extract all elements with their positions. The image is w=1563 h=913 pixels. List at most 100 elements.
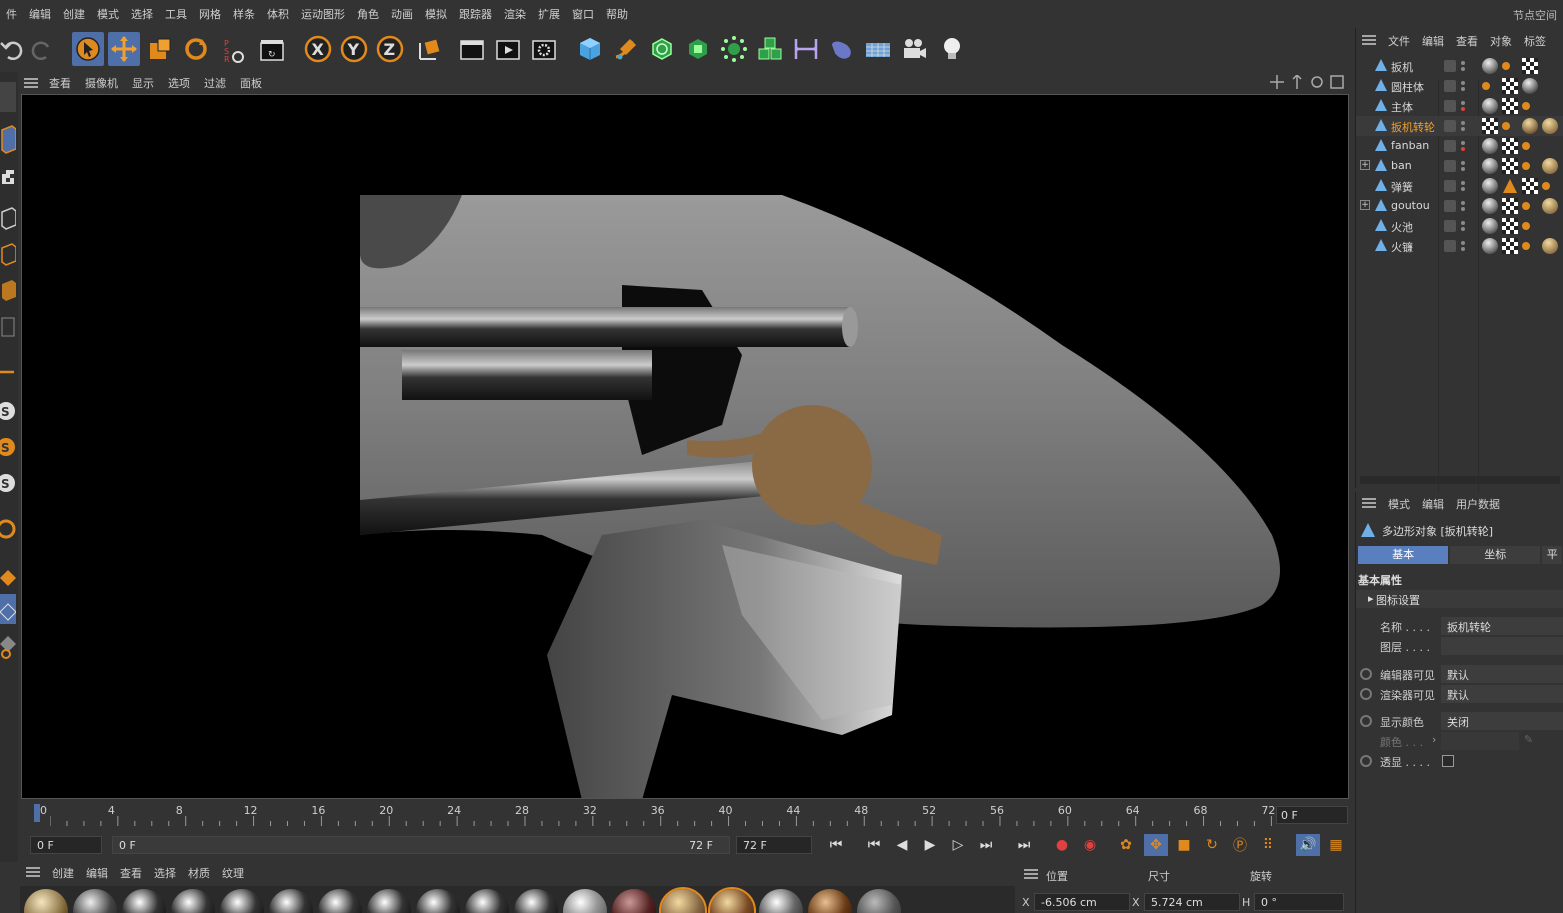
coord-system-icon[interactable]	[412, 32, 444, 66]
maximize-view-icon[interactable]	[1330, 75, 1344, 89]
xray-checkbox[interactable]	[1442, 755, 1454, 767]
mat-menu-view[interactable]: 查看	[114, 865, 148, 881]
material-tag-icon[interactable]	[1522, 118, 1538, 134]
render-visibility-dot[interactable]	[1461, 227, 1465, 231]
material-tag-icon[interactable]	[1482, 98, 1498, 114]
axis-z-icon[interactable]: Z	[374, 32, 406, 66]
film-icon[interactable]: ▦	[1324, 834, 1348, 856]
material-swatch[interactable]	[24, 889, 68, 913]
chevron-right-icon[interactable]: ›	[1432, 733, 1436, 746]
floor-icon[interactable]	[862, 32, 894, 66]
material-swatch[interactable]	[857, 889, 901, 913]
render-visibility-dot[interactable]	[1461, 247, 1465, 251]
menu-render[interactable]: 渲染	[498, 6, 532, 22]
playhead[interactable]	[34, 804, 40, 822]
editor-visibility-dot[interactable]	[1461, 221, 1465, 225]
phong-tag-icon[interactable]	[1542, 182, 1550, 190]
make-editable-icon[interactable]	[0, 82, 16, 112]
axis-y-icon[interactable]: Y	[338, 32, 370, 66]
menu-mesh[interactable]: 网格	[193, 6, 227, 22]
attr-layer-field[interactable]	[1441, 637, 1563, 655]
texture-mode-icon[interactable]	[0, 164, 16, 194]
render-visibility-dot[interactable]	[1461, 107, 1465, 111]
range-end-field[interactable]: 72 F	[736, 836, 812, 854]
object-row[interactable]: 弹簧	[1356, 176, 1563, 196]
render-visibility-dot[interactable]	[1461, 187, 1465, 191]
phong-tag-icon[interactable]	[1522, 162, 1530, 170]
obj-menu-view[interactable]: 查看	[1450, 33, 1484, 49]
attr-color-swatch[interactable]	[1441, 732, 1519, 750]
attr-editor-visible-select[interactable]: 默认	[1441, 665, 1563, 683]
clone-icon[interactable]	[754, 32, 786, 66]
record-icon[interactable]: ●	[1050, 834, 1074, 856]
material-swatch[interactable]	[367, 889, 411, 913]
object-row[interactable]: 火池	[1356, 216, 1563, 236]
psr-icon[interactable]: PSR	[216, 32, 248, 66]
tag-icon[interactable]	[826, 32, 858, 66]
pen-icon[interactable]	[610, 32, 642, 66]
hamburger-icon[interactable]	[20, 78, 42, 88]
editor-visibility-dot[interactable]	[1461, 141, 1465, 145]
goto-end-icon[interactable]: ⏭	[1012, 834, 1036, 856]
phong-tag-icon[interactable]	[1522, 242, 1530, 250]
menu-spline[interactable]: 样条	[227, 6, 261, 22]
vp-menu-filter[interactable]: 过滤	[197, 75, 233, 91]
material-tag-icon[interactable]	[1542, 238, 1558, 254]
undo-icon[interactable]	[0, 32, 28, 66]
phong-tag-icon[interactable]	[1502, 62, 1510, 70]
range-slider[interactable]: 0 F 72 F	[112, 836, 730, 854]
editor-visibility-dot[interactable]	[1461, 81, 1465, 85]
cube-icon[interactable]	[574, 32, 606, 66]
animate-radio[interactable]	[1360, 668, 1372, 680]
uv-mode-icon[interactable]	[0, 312, 16, 342]
vp-menu-panel[interactable]: 面板	[233, 75, 269, 91]
object-row[interactable]: 扳机	[1356, 56, 1563, 76]
hamburger-icon[interactable]	[1356, 34, 1382, 48]
obj-menu-tags[interactable]: 标签	[1518, 33, 1552, 49]
layer-checkbox[interactable]	[1444, 140, 1456, 152]
key-scale-icon[interactable]: ■	[1172, 834, 1196, 856]
material-tag-icon[interactable]	[1542, 198, 1558, 214]
select-icon[interactable]	[72, 32, 104, 66]
mat-menu-create[interactable]: 创建	[46, 865, 80, 881]
menu-select[interactable]: 选择	[125, 6, 159, 22]
material-swatch[interactable]	[708, 887, 756, 913]
node-space-label[interactable]: 节点空间	[1513, 7, 1557, 23]
snap-icon[interactable]: S	[0, 396, 16, 426]
layer-checkbox[interactable]	[1444, 100, 1456, 112]
menu-extensions[interactable]: 扩展	[532, 6, 566, 22]
layer-checkbox[interactable]	[1444, 180, 1456, 192]
material-swatch[interactable]	[220, 889, 264, 913]
warning-tag-icon[interactable]	[1502, 178, 1518, 197]
menu-simulate[interactable]: 模拟	[419, 6, 453, 22]
menu-file[interactable]: 件	[0, 6, 23, 22]
obj-menu-file[interactable]: 文件	[1382, 33, 1416, 49]
menu-edit[interactable]: 编辑	[23, 6, 57, 22]
clapper-icon[interactable]: ↻	[256, 32, 288, 66]
menu-help[interactable]: 帮助	[600, 6, 634, 22]
editor-visibility-dot[interactable]	[1461, 181, 1465, 185]
editor-visibility-dot[interactable]	[1461, 61, 1465, 65]
uvw-tag-icon[interactable]	[1502, 98, 1518, 114]
hamburger-icon[interactable]	[20, 866, 46, 880]
range-start-field[interactable]: 0 F	[30, 836, 102, 854]
layer-checkbox[interactable]	[1444, 160, 1456, 172]
rot-h-field[interactable]: 0 °	[1254, 893, 1344, 911]
light-icon[interactable]	[936, 32, 968, 66]
editor-visibility-dot[interactable]	[1461, 241, 1465, 245]
object-row[interactable]: 圆柱体	[1356, 76, 1563, 96]
render-view-icon[interactable]	[456, 32, 488, 66]
orbit-view-icon[interactable]	[1310, 75, 1324, 89]
model-mode-icon[interactable]	[0, 124, 17, 154]
expand-icon[interactable]: +	[1360, 200, 1370, 210]
uvw-tag-icon[interactable]	[1502, 238, 1518, 254]
material-swatch[interactable]	[808, 889, 852, 913]
object-row[interactable]: + ban	[1356, 156, 1563, 176]
auto-key-icon[interactable]: ◉	[1078, 834, 1102, 856]
point-mode-icon[interactable]	[0, 204, 17, 234]
workplane-icon[interactable]	[0, 560, 16, 590]
mat-menu-select[interactable]: 选择	[148, 865, 182, 881]
snap-settings-icon[interactable]: S	[0, 432, 16, 462]
material-swatch[interactable]	[612, 889, 656, 913]
phong-tag-icon[interactable]	[1522, 222, 1530, 230]
